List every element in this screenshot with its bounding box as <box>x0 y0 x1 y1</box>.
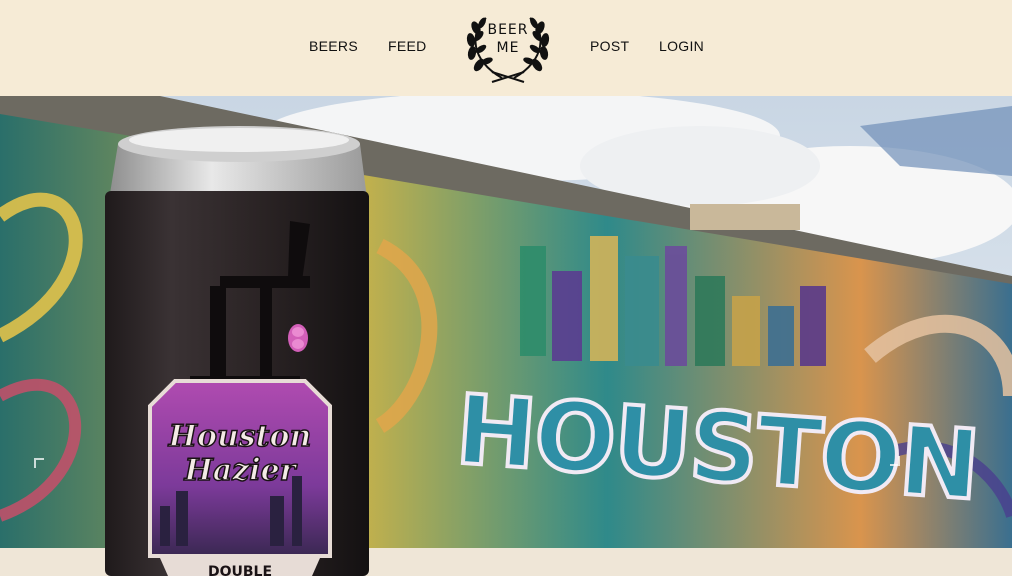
focus-corner-left-icon <box>34 458 44 468</box>
beer-can: Houston Hazier DOUBLE <box>105 126 369 576</box>
hop-icon <box>288 324 308 352</box>
can-label-line2: Hazier <box>183 453 297 488</box>
nav-post-link[interactable]: POST <box>590 38 629 54</box>
logo-text-me: ME <box>496 40 520 56</box>
nav-feed-link[interactable]: FEED <box>388 38 427 54</box>
hero-photo-mural-and-can: HOUSTON Houston Hazier DOUBLE <box>0 96 1012 576</box>
can-label-line1: Houston <box>168 419 312 454</box>
top-navigation-bar: BEERS FEED BEER ME POST LOGIN <box>0 0 1012 96</box>
focus-corner-right-icon <box>890 456 900 466</box>
can-label-sub: DOUBLE <box>208 564 272 576</box>
logo-text-beer: BEER <box>487 22 529 38</box>
nav-beers-link[interactable]: BEERS <box>309 38 358 54</box>
hero-image: HOUSTON Houston Hazier DOUBLE <box>0 96 1012 576</box>
beer-me-logo[interactable]: BEER ME <box>462 14 554 84</box>
nav-login-link[interactable]: LOGIN <box>659 38 704 54</box>
